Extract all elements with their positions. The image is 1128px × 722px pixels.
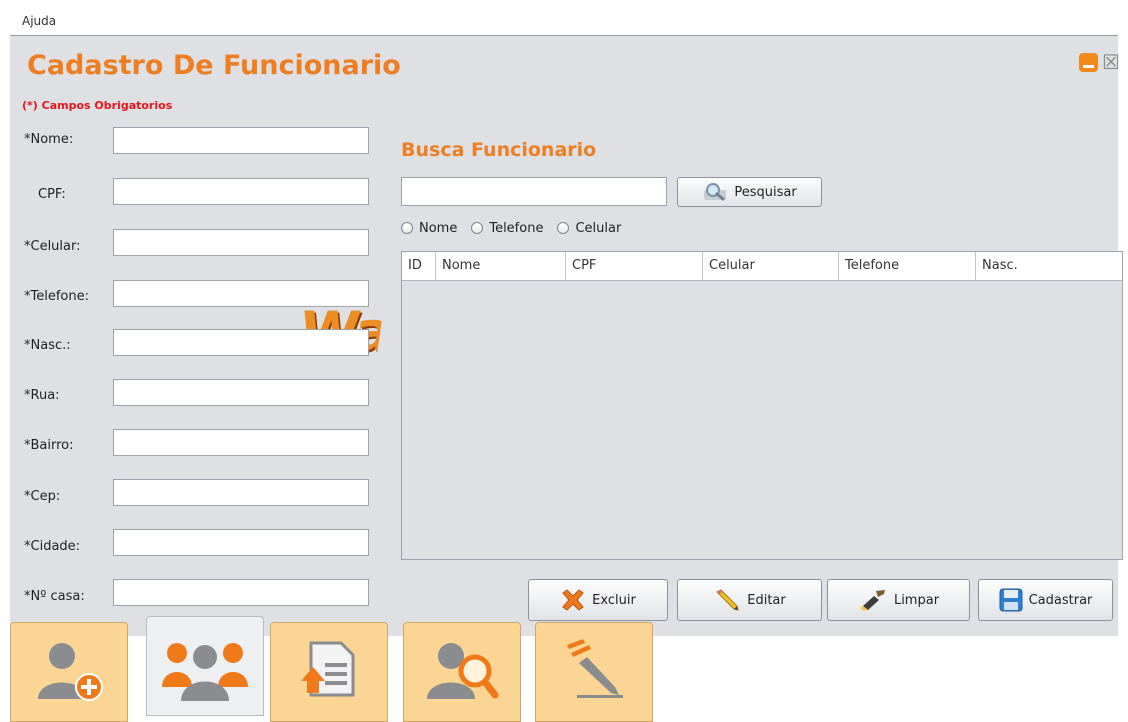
clear-button[interactable]: Limpar (827, 579, 970, 621)
search-section-title: Busca Funcionario (401, 139, 597, 161)
menu-item-help[interactable]: Ajuda (22, 14, 56, 28)
menu-bar: Ajuda (10, 10, 1118, 36)
cpf-label: CPF: (38, 187, 66, 202)
name-input[interactable] (113, 127, 369, 154)
column-header-name[interactable]: Nome (436, 252, 566, 280)
edit-button[interactable]: Editar (677, 579, 822, 621)
radio-label: Nome (419, 220, 458, 236)
users-group-icon (162, 637, 248, 701)
radio-circle-icon (401, 222, 413, 234)
column-header-id[interactable]: ID (402, 252, 436, 280)
close-icon[interactable]: ☒ (1102, 51, 1120, 73)
register-button[interactable]: Cadastrar (978, 579, 1113, 621)
user-search-icon (425, 637, 499, 701)
edit-button-label: Editar (747, 592, 786, 608)
delete-button[interactable]: Excluir (528, 579, 668, 621)
main-panel: ☒ Cadastro De Funcionario (*) Campos Obr… (10, 36, 1123, 636)
house-number-input[interactable] (113, 579, 369, 606)
district-label: *Bairro: (24, 438, 74, 453)
street-label: *Rua: (24, 388, 60, 403)
delete-x-icon (560, 588, 586, 612)
column-header-cpf[interactable]: CPF (566, 252, 703, 280)
brush-icon (858, 588, 888, 612)
cellphone-input[interactable] (113, 229, 369, 256)
pencil-icon (713, 588, 741, 612)
edit-pencil-icon (559, 637, 629, 701)
bottom-toolbar (0, 616, 1128, 722)
zipcode-input[interactable] (113, 479, 369, 506)
page-title: Cadastro De Funcionario (27, 50, 401, 81)
toolbar-add-employee-button[interactable] (10, 622, 128, 722)
column-header-cellphone[interactable]: Celular (703, 252, 839, 280)
house-number-label: *Nº casa: (24, 589, 85, 604)
phone-input[interactable] (113, 280, 369, 307)
cellphone-label: *Celular: (24, 239, 81, 254)
search-button-label: Pesquisar (734, 184, 797, 200)
city-label: *Cidade: (24, 539, 81, 554)
radio-circle-icon (557, 222, 570, 234)
zipcode-label: *Cep: (24, 489, 61, 504)
radio-filter-cellphone[interactable]: Celular (557, 221, 621, 236)
column-header-phone[interactable]: Telefone (839, 252, 976, 280)
magnifier-icon (702, 182, 728, 202)
add-user-icon (34, 637, 104, 701)
table-header: ID Nome CPF Celular Telefone Nasc. (402, 252, 1122, 281)
name-label: *Nome: (24, 132, 74, 147)
toolbar-report-button[interactable] (270, 622, 388, 722)
radio-filter-name[interactable]: Nome (401, 221, 457, 236)
phone-label: *Telefone: (24, 289, 89, 304)
toolbar-edit-button[interactable] (535, 622, 653, 722)
required-fields-note: (*) Campos Obrigatorios (22, 99, 173, 112)
register-button-label: Cadastrar (1028, 592, 1093, 608)
birthdate-label: *Nasc.: (24, 338, 71, 353)
toolbar-search-employee-button[interactable] (403, 622, 521, 722)
district-input[interactable] (113, 429, 369, 456)
radio-filter-phone[interactable]: Telefone (471, 221, 543, 236)
search-filter-group: Nome Telefone Celular (401, 218, 635, 238)
birthdate-input[interactable] (113, 329, 369, 356)
search-input[interactable] (401, 177, 667, 206)
street-input[interactable] (113, 379, 369, 406)
search-button[interactable]: Pesquisar (677, 177, 822, 207)
document-upload-icon (297, 637, 361, 701)
city-input[interactable] (113, 529, 369, 556)
radio-label: Telefone (489, 220, 544, 236)
column-header-birthdate[interactable]: Nasc. (976, 252, 1122, 280)
employees-table[interactable]: ID Nome CPF Celular Telefone Nasc. (401, 251, 1123, 560)
cpf-input[interactable] (113, 178, 369, 205)
delete-button-label: Excluir (592, 592, 636, 608)
toolbar-employees-button[interactable] (146, 616, 264, 716)
save-disk-icon (999, 588, 1023, 612)
radio-label: Celular (575, 220, 622, 236)
clear-button-label: Limpar (893, 592, 940, 608)
minimize-icon[interactable] (1079, 53, 1098, 72)
radio-circle-icon (471, 222, 484, 234)
